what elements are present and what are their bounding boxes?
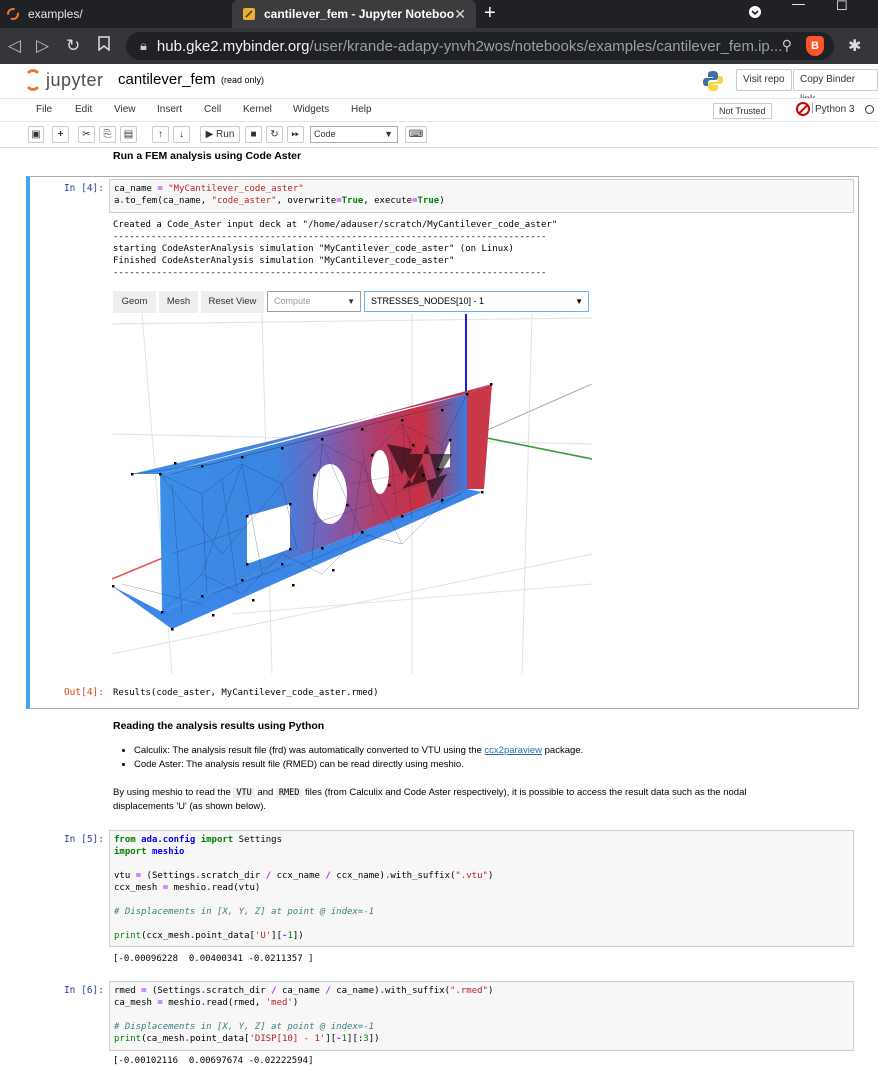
bookmark-icon[interactable] xyxy=(98,36,110,56)
code-input[interactable]: rmed = (Settings.scratch_dir / ca_name /… xyxy=(109,981,854,1051)
code-input[interactable]: ca_name = "MyCantilever_code_aster" a.to… xyxy=(109,179,854,213)
paste-icon[interactable]: ▤ xyxy=(120,126,137,143)
copy-icon[interactable]: ⎘ xyxy=(99,126,116,143)
save-icon[interactable]: ▣ xyxy=(28,126,44,143)
zoom-icon[interactable]: ⚲ xyxy=(782,37,792,54)
markdown-heading: Reading the analysis results using Pytho… xyxy=(113,720,325,732)
reset-view-button[interactable]: Reset View xyxy=(201,291,264,313)
menu-cell[interactable]: Cell xyxy=(204,104,221,115)
tab-cantilever-fem[interactable]: cantilever_fem - Jupyter Noteboo ✕ xyxy=(232,0,476,28)
tab-close-icon[interactable]: ✕ xyxy=(454,6,466,23)
brave-shield-icon[interactable]: B xyxy=(806,36,824,56)
move-down-icon[interactable]: ↓ xyxy=(173,126,190,143)
profile-icon[interactable] xyxy=(748,5,762,22)
menu-file[interactable]: File xyxy=(36,104,52,115)
menu-widgets[interactable]: Widgets xyxy=(293,104,329,115)
geom-button[interactable]: Geom xyxy=(113,291,156,313)
list-item: Code Aster: The analysis result file (RM… xyxy=(134,759,583,770)
fast-forward-icon[interactable]: ⏩︎ xyxy=(287,126,304,143)
kernel-name: Python 3 xyxy=(815,104,855,115)
menu-kernel[interactable]: Kernel xyxy=(243,104,272,115)
minimize-icon[interactable]: — xyxy=(792,0,805,11)
url-host: hub.gke2.mybinder.org xyxy=(156,37,310,55)
bullet-list: Calculix: The analysis result file (frd)… xyxy=(134,745,583,773)
forward-icon[interactable]: ▷ xyxy=(36,36,49,56)
move-up-icon[interactable]: ↑ xyxy=(152,126,169,143)
chevron-down-icon: ▼ xyxy=(575,297,583,306)
restart-icon[interactable]: ↻ xyxy=(266,126,283,143)
chevron-down-icon: ▼ xyxy=(347,297,355,306)
menu-view[interactable]: View xyxy=(114,104,136,115)
run-button[interactable]: ▶ Run xyxy=(200,126,240,143)
browser-tab-bar: examples/ cantilever_fem - Jupyter Noteb… xyxy=(0,0,878,28)
jupyter-favicon-icon xyxy=(6,7,20,21)
notebook-container: Run a FEM analysis using Code Aster In [… xyxy=(0,148,878,1069)
menu-insert[interactable]: Insert xyxy=(157,104,182,115)
input-prompt: In [4]: xyxy=(63,183,104,194)
input-prompt: In [5]: xyxy=(63,834,104,845)
notebook-toolbar: ▣ + ✂ ⎘ ▤ ↑ ↓ ▶ Run ■ ↻ ⏩︎ Code ▼ ⌨ xyxy=(0,122,878,148)
markdown-heading: Run a FEM analysis using Code Aster xyxy=(113,150,302,162)
no-trust-icon xyxy=(796,102,810,116)
lock-icon: 🔒︎ xyxy=(140,38,147,53)
cell-type-select[interactable]: Code ▼ xyxy=(310,126,398,143)
visit-repo-button[interactable]: Visit repo xyxy=(736,69,792,91)
tab-examples[interactable]: examples/ xyxy=(0,0,230,28)
python-logo-icon xyxy=(703,71,723,91)
output-log: Created a Code_Aster input deck at "/hom… xyxy=(113,220,558,278)
menu-bar: File Edit View Insert Cell Kernel Widget… xyxy=(0,98,878,122)
markdown-paragraph: By using meshio to read the VTU and RMED… xyxy=(113,787,747,812)
fem-3d-viewer[interactable] xyxy=(112,314,592,674)
divider: | xyxy=(811,102,814,114)
maximize-icon[interactable]: ☐ xyxy=(836,0,848,14)
read-only-label: (read only) xyxy=(221,75,265,85)
jupyter-logo-icon xyxy=(24,69,42,91)
menu-edit[interactable]: Edit xyxy=(75,104,92,115)
compute-select[interactable]: Compute ▼ xyxy=(267,291,361,312)
jupyter-header: jupyter cantilever_fem (read only) Visit… xyxy=(0,64,878,105)
copy-binder-link-button[interactable]: Copy Binder link xyxy=(793,69,878,105)
kernel-idle-indicator-icon xyxy=(865,105,874,114)
output-text: [-0.00096228 0.00400341 -0.0211357 ] xyxy=(113,954,314,964)
stop-icon[interactable]: ■ xyxy=(245,126,262,143)
keyboard-icon[interactable]: ⌨ xyxy=(405,126,427,143)
extensions-icon[interactable]: ✱ xyxy=(848,36,861,56)
notebook-name[interactable]: cantilever_fem xyxy=(118,71,216,88)
url-field[interactable]: 🔒︎ hub.gke2.mybinder.org/user/krande-ada… xyxy=(126,32,834,60)
list-item: Calculix: The analysis result file (frd)… xyxy=(134,745,583,756)
result-field-select[interactable]: STRESSES_NODES[10] - 1 ▼ xyxy=(364,291,589,312)
code-input[interactable]: from ada.config import Settings import m… xyxy=(109,830,854,947)
cut-icon[interactable]: ✂ xyxy=(78,126,95,143)
new-tab-button[interactable]: + xyxy=(484,2,496,25)
address-bar-row: ◁ ▷ ↻ 🔒︎ hub.gke2.mybinder.org/user/kran… xyxy=(0,28,878,64)
not-trusted-button[interactable]: Not Trusted xyxy=(713,103,772,119)
tab-label: cantilever_fem - Jupyter Noteboo xyxy=(264,7,455,21)
ccx2paraview-link[interactable]: ccx2paraview xyxy=(484,745,542,756)
mesh-button[interactable]: Mesh xyxy=(159,291,198,313)
output-prompt: Out[4]: xyxy=(63,687,104,698)
hole-circle xyxy=(313,464,347,524)
notebook-favicon-icon xyxy=(242,7,256,21)
jupyter-logo[interactable]: jupyter xyxy=(24,69,104,91)
beam-web xyxy=(160,394,467,612)
url-path: /user/krande-adapy-ynvh2wos/notebooks/ex… xyxy=(309,37,783,55)
beam-end-face xyxy=(467,384,492,489)
reload-icon[interactable]: ↻ xyxy=(66,36,80,56)
input-prompt: In [6]: xyxy=(63,985,104,996)
menu-help[interactable]: Help xyxy=(351,104,372,115)
output-text: [-0.00102116 0.00697674 -0.02222594] xyxy=(113,1056,314,1066)
output-result: Results(code_aster, MyCantilever_code_as… xyxy=(113,688,379,698)
back-icon[interactable]: ◁ xyxy=(8,36,21,56)
add-cell-icon[interactable]: + xyxy=(52,126,69,143)
chevron-down-icon: ▼ xyxy=(384,129,393,139)
tab-label: examples/ xyxy=(28,7,83,21)
